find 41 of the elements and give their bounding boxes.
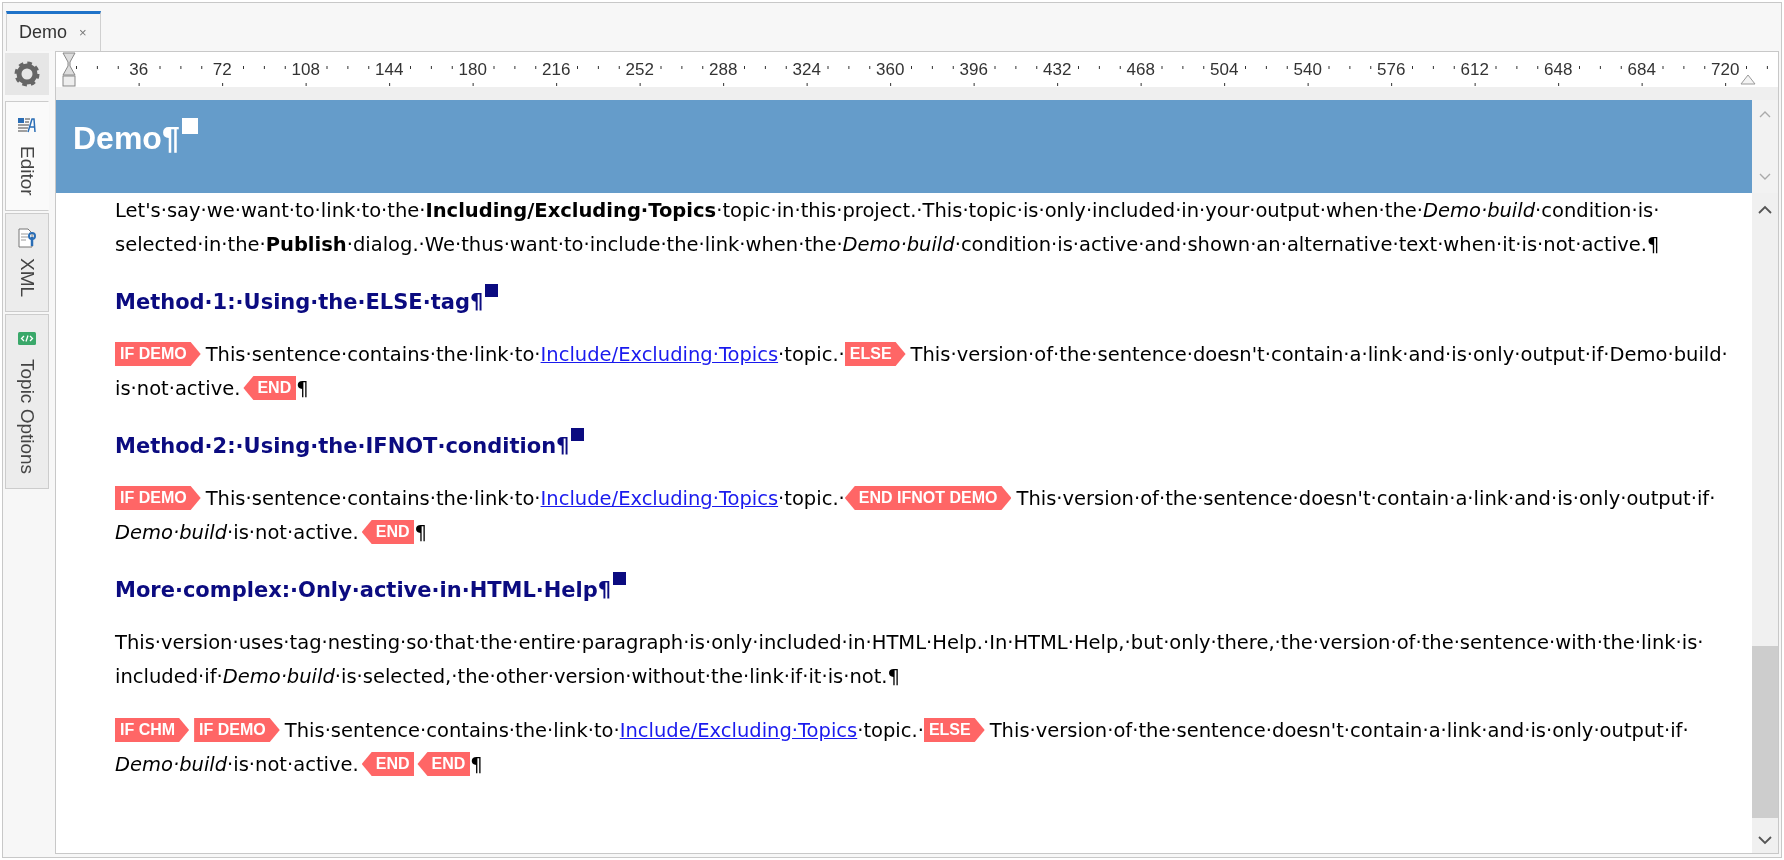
condition-tag: END bbox=[417, 752, 471, 776]
section-heading: Method·2:·Using·the·IFNOT·condition¶ bbox=[115, 433, 570, 460]
margin-marker-icon[interactable] bbox=[1740, 73, 1756, 85]
condition-tag: IF DEMO bbox=[115, 342, 201, 366]
sidebar-tab[interactable]: XML bbox=[5, 212, 49, 312]
sidebar-tab[interactable]: Editor bbox=[5, 101, 49, 211]
block-marker-icon bbox=[571, 428, 585, 441]
topic-link[interactable]: Include/Excluding·Topics bbox=[540, 487, 779, 510]
condition-tag: END IFNOT DEMO bbox=[844, 486, 1012, 510]
paragraph: This·version·uses·tag·nesting·so·that·the·entire·paragraph·is·only·included·in·HTML·Help.·In·HTML·Help,·but·only·there,·the·version·of·the·sentence·with·the·link·is·included·if·Demo·build·is·selected,·the·other·version·without·the·link·if·it·is·not.¶ bbox=[115, 630, 1705, 690]
condition-tag: END bbox=[361, 520, 415, 544]
topic-link[interactable]: Include/Excluding·Topics bbox=[540, 343, 779, 366]
topic-link[interactable]: Include/Excluding·Topics bbox=[619, 719, 858, 742]
condition-tag: ELSE bbox=[923, 718, 985, 742]
settings-button[interactable] bbox=[5, 53, 49, 95]
sidebar-tab[interactable]: Topic Options bbox=[5, 313, 49, 489]
close-button[interactable]: × bbox=[79, 25, 87, 40]
chevron-down-icon[interactable] bbox=[1758, 836, 1772, 845]
chevron-up-icon[interactable] bbox=[1758, 205, 1772, 214]
indent-marker-icon[interactable] bbox=[62, 52, 76, 87]
scrollbar-thumb[interactable] bbox=[1752, 646, 1778, 818]
condition-tag: IF DEMO bbox=[115, 486, 201, 510]
paragraph: IF DEMO This·sentence·contains·the·link·to·Include/Excluding·Topics·topic.· ELSE This·version·of·the·sentence·doesn't·contain·a·link·and·is·only·output·if·Demo·build·is·not·active. END ¶ bbox=[115, 341, 1729, 402]
block-marker-icon bbox=[181, 118, 198, 134]
condition-tag: IF DEMO bbox=[194, 718, 280, 742]
block-marker-icon bbox=[485, 284, 499, 297]
paragraph: Let's·say·we·want·to·link·to·the·Including/Excluding·Topics·topic·in·this·project.·This·topic·is·only·included·in·your·output·when·the·Demo·build·condition·is·selected·in·the·Publish·dialog.·We·thus·want·to·include·the·link·when·the·Demo·build·condition·is·active·and·shown·an·alternative·text·when·it·is·not·active.¶ bbox=[115, 198, 1661, 258]
topic-title: Demo¶ bbox=[73, 119, 180, 158]
document-tab[interactable]: Demo × bbox=[6, 11, 101, 51]
condition-tag: IF CHM bbox=[115, 718, 190, 742]
settings-icon bbox=[12, 59, 42, 89]
condition-tag: END bbox=[361, 752, 415, 776]
section-heading: Method·1:·Using·the·ELSE·tag¶ bbox=[115, 289, 484, 316]
section-heading: More·complex:·Only·active·in·HTML·Help¶ bbox=[115, 577, 612, 604]
paragraph: IF CHM IF DEMO This·sentence·contains·the·link·to·Include/Excluding·Topics·topic.· ELSE This·version·of·the·sentence·doesn't·contain·a·link·and·is·only·output·if·Demo·build·is·not·active. END END ¶ bbox=[115, 717, 1690, 778]
condition-tag: END bbox=[243, 376, 297, 400]
paragraph: IF DEMO This·sentence·contains·the·link·to·Include/Excluding·Topics·topic.· END IFNOT DEMO This·version·of·the·sentence·doesn't·contain·a·link·and·is·only·output·if·Demo·build·is·not·active. END ¶ bbox=[115, 485, 1717, 546]
scrollbar[interactable] bbox=[1752, 193, 1778, 853]
block-marker-icon bbox=[613, 572, 627, 585]
document-wrench-icon bbox=[17, 227, 37, 248]
condition-tag: ELSE bbox=[844, 342, 906, 366]
